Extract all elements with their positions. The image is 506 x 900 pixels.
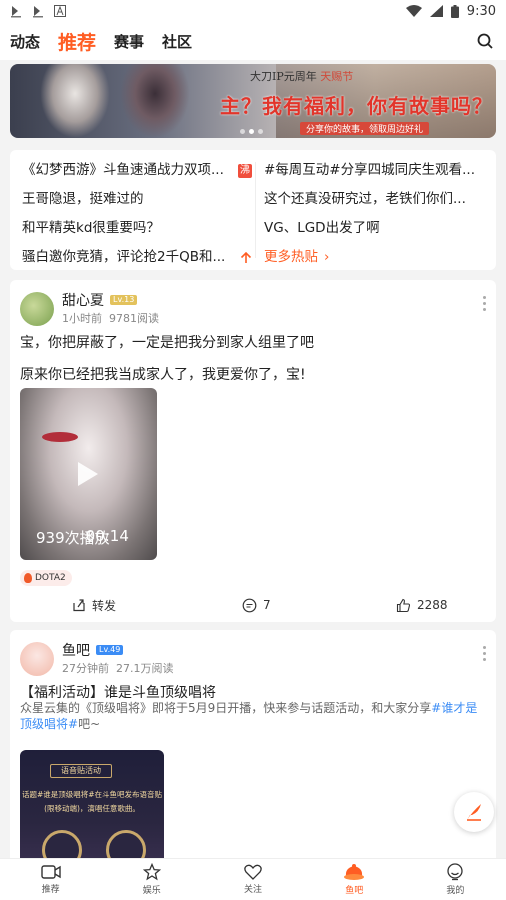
- a-icon: [54, 5, 66, 17]
- post-description: 众星云集的《顶级唱将》即将于5月9日开播，快来参与话题活动，和大家分享#谁才是顶…: [20, 701, 478, 731]
- video-duration: 00:14: [85, 527, 129, 545]
- tab-recommend[interactable]: 推荐: [58, 28, 96, 55]
- video-icon: [40, 865, 61, 879]
- video-stats: 939次播放 00:14: [36, 527, 129, 548]
- signal-icon: [429, 5, 443, 17]
- post-author[interactable]: 甜心夏 Lv.13: [62, 290, 138, 310]
- post-meta: 1小时前 9781阅读: [62, 312, 159, 325]
- nav-profile[interactable]: 我的: [405, 859, 506, 900]
- nav-follow[interactable]: 关注: [202, 859, 303, 900]
- video-thumbnail[interactable]: 939次播放 00:14: [20, 388, 157, 560]
- nav-recommend[interactable]: 推荐: [0, 859, 101, 900]
- profile-icon: [447, 863, 464, 881]
- more-hot-posts-link[interactable]: 更多热贴 ›: [264, 243, 494, 272]
- post-author[interactable]: 鱼吧 Lv.49: [62, 640, 124, 660]
- play-icon[interactable]: [78, 462, 98, 486]
- nav-fishbar[interactable]: 鱼吧: [304, 859, 405, 900]
- wifi-icon: [405, 5, 422, 17]
- banner-main-text: 主？我有福利，你有故事吗？: [220, 94, 493, 118]
- more-options-icon[interactable]: [483, 296, 486, 311]
- more-options-icon[interactable]: [483, 646, 486, 661]
- hot-topics-card: 《幻梦西游》斗鱼速通战力双项... 沸 王哥隐退，挺难过的 和平精英kd很重要吗…: [10, 150, 496, 270]
- like-button[interactable]: 2288: [396, 598, 448, 613]
- banner-sub-text: 分享你的故事，领取周边好礼: [300, 122, 430, 135]
- hot-topic-item[interactable]: 《幻梦西游》斗鱼速通战力双项... 沸: [22, 156, 252, 185]
- video-subject: [42, 432, 78, 442]
- hot-topic-item[interactable]: 王哥隐退，挺难过的: [22, 185, 252, 214]
- level-badge: Lv.13: [110, 295, 138, 305]
- hot-badge: 沸: [238, 163, 252, 178]
- share-icon: [73, 599, 85, 612]
- banner-dot: [240, 129, 245, 134]
- event-image[interactable]: 语音贴活动 话题#谁是顶级唱将#在斗鱼吧发布语音贴 (限移动端)，演唱任意歌曲。: [20, 750, 164, 858]
- game-tag[interactable]: DOTA2: [20, 570, 72, 586]
- divider: [255, 162, 256, 258]
- nav-entertainment[interactable]: 娱乐: [101, 859, 202, 900]
- post-meta: 27分钟前 27.1万阅读: [62, 662, 174, 675]
- event-label: 语音贴活动: [50, 764, 112, 778]
- promo-banner[interactable]: 大刀IP元周年 天赐节 主？我有福利，你有故事吗？ 分享你的故事，领取周边好礼: [10, 64, 496, 138]
- event-circle-icon: [42, 830, 82, 858]
- status-bar: 9:30: [0, 0, 506, 22]
- app-icon-2: [33, 6, 43, 18]
- heart-icon: [244, 864, 262, 880]
- event-circle-icon: [106, 830, 146, 858]
- post-card[interactable]: 鱼吧 Lv.49 27分钟前 27.1万阅读 【福利活动】谁是斗鱼顶级唱将 众星…: [10, 630, 496, 858]
- tab-dynamics[interactable]: 动态: [10, 31, 40, 52]
- compose-button[interactable]: [454, 792, 494, 832]
- hot-topics-left: 《幻梦西游》斗鱼速通战力双项... 沸 王哥隐退，挺难过的 和平精英kd很重要吗…: [22, 156, 252, 272]
- bottom-nav: 推荐 娱乐 关注 鱼吧 我的: [0, 858, 506, 900]
- battery-icon: [450, 4, 459, 18]
- status-time: 9:30: [466, 3, 496, 19]
- level-badge: Lv.49: [96, 645, 124, 655]
- fishbar-icon: [344, 864, 365, 880]
- avatar[interactable]: [20, 292, 54, 326]
- quill-icon: [467, 804, 481, 821]
- feed[interactable]: 大刀IP元周年 天赐节 主？我有福利，你有故事吗？ 分享你的故事，领取周边好礼 …: [0, 60, 506, 858]
- banner-character-2: [120, 64, 190, 138]
- tab-events[interactable]: 赛事: [114, 31, 144, 52]
- thumbs-up-icon: [396, 598, 411, 612]
- arrow-up-icon: [240, 251, 252, 263]
- hot-topic-item[interactable]: 和平精英kd很重要吗？: [22, 214, 252, 243]
- banner-pagination: [240, 129, 263, 134]
- comment-icon: [242, 598, 257, 612]
- hot-topic-item[interactable]: #每周互动#分享四城同庆生观看...: [264, 156, 494, 185]
- banner-dot-active: [249, 129, 254, 134]
- top-nav: 动态 推荐 赛事 社区: [0, 22, 506, 60]
- hot-topic-item[interactable]: 这个还真没研究过，老铁们你们...: [264, 185, 494, 214]
- hot-topic-item[interactable]: VG、LGD出发了啊: [264, 214, 494, 243]
- search-button[interactable]: [474, 30, 496, 52]
- post-text: 原来你已经把我当成家人了，我更爱你了，宝!: [20, 367, 306, 383]
- banner-dot: [258, 129, 263, 134]
- flame-icon: [24, 573, 32, 583]
- banner-character-1: [40, 64, 110, 138]
- post-title: 【福利活动】谁是斗鱼顶级唱将: [20, 685, 216, 701]
- hot-topic-item[interactable]: 骚白邀你竞猜，评论抢2千QB和...: [22, 243, 252, 272]
- tab-community[interactable]: 社区: [162, 31, 192, 52]
- star-icon: [142, 863, 161, 881]
- chevron-right-icon: ›: [324, 249, 330, 265]
- post-card[interactable]: 甜心夏 Lv.13 1小时前 9781阅读 宝，你把屏蔽了，一定是把我分到家人组…: [10, 280, 496, 622]
- banner-top-text: 大刀IP元周年 天赐节: [250, 70, 354, 83]
- hot-topics-right: #每周互动#分享四城同庆生观看... 这个还真没研究过，老铁们你们... VG、…: [264, 156, 494, 272]
- app-icon-1: [11, 6, 21, 18]
- event-text: 话题#谁是顶级唱将#在斗鱼吧发布语音贴 (限移动端)，演唱任意歌曲。: [21, 790, 163, 813]
- share-button[interactable]: 转发: [72, 597, 116, 614]
- search-icon: [477, 33, 493, 49]
- avatar[interactable]: [20, 642, 54, 676]
- post-text: 宝，你把屏蔽了，一定是把我分到家人组里了吧: [20, 335, 314, 351]
- post-actions: 转发 7 2288: [10, 594, 496, 616]
- comment-button[interactable]: 7: [242, 598, 271, 613]
